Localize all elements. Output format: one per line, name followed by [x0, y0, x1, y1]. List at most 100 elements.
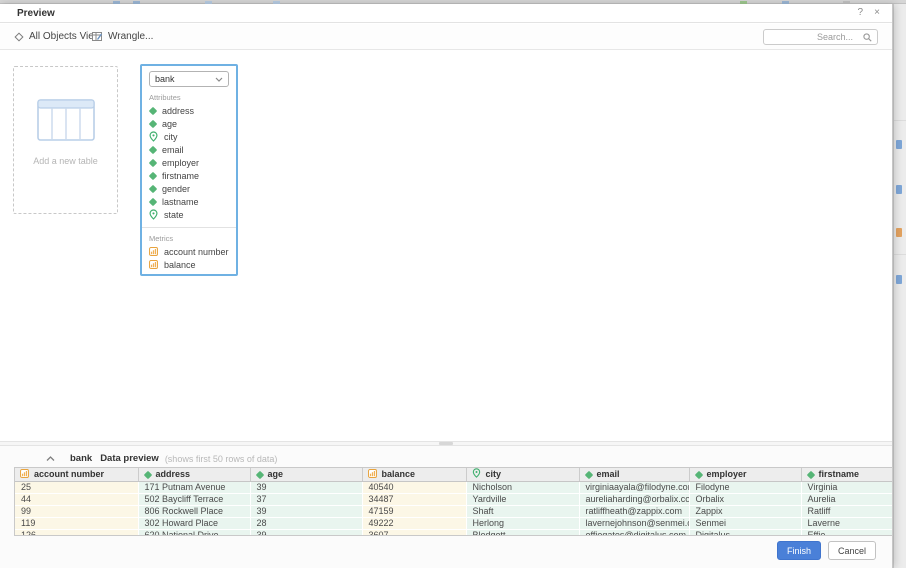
cell: virginiaayala@filodyne.com: [579, 481, 689, 493]
attributes-section-label: Attributes: [149, 93, 229, 102]
all-objects-view-label: All Objects View: [29, 31, 101, 42]
metric-item-balance[interactable]: balance: [149, 258, 229, 271]
collapse-chevron-icon[interactable]: [46, 456, 55, 462]
cell: 502 Baycliff Terrace: [138, 493, 250, 505]
cell: Herlong: [466, 517, 579, 529]
cell: 620 National Drive: [138, 529, 250, 536]
attribute-diamond-icon: [149, 197, 157, 205]
cell: 37: [250, 493, 362, 505]
cell: Filodyne: [689, 481, 801, 493]
add-table-dropzone[interactable]: Add a new table: [13, 66, 118, 214]
cell: Virginia: [801, 481, 893, 493]
table-select[interactable]: bank: [149, 71, 229, 87]
dialog-footer: Finish Cancel: [777, 541, 876, 560]
attribute-item-employer[interactable]: employer: [149, 156, 229, 169]
attribute-diamond-icon: [149, 119, 157, 127]
attribute-diamond-icon: [806, 471, 814, 479]
column-header-label: employer: [707, 469, 747, 479]
all-objects-view-button[interactable]: All Objects View: [14, 31, 101, 42]
attribute-label: address: [162, 106, 194, 116]
column-header-label: firstname: [819, 469, 860, 479]
cell: 34487: [362, 493, 466, 505]
panel-divider: [142, 227, 236, 228]
attribute-label: city: [164, 132, 178, 142]
table-glyph-icon: [37, 99, 95, 141]
wrangle-button[interactable]: Wrangle...: [92, 31, 153, 42]
column-header-city: city: [466, 468, 579, 481]
close-button[interactable]: ×: [874, 7, 880, 18]
cell: Nicholson: [466, 481, 579, 493]
attribute-diamond-icon: [255, 471, 263, 479]
attribute-item-email[interactable]: email: [149, 143, 229, 156]
attribute-item-age[interactable]: age: [149, 117, 229, 130]
attribute-diamond-icon: [694, 471, 702, 479]
cell: 25: [15, 481, 138, 493]
help-button[interactable]: ?: [857, 7, 863, 18]
metric-icon: [149, 247, 158, 256]
table-select-value: bank: [155, 74, 175, 84]
preview-table-name: bank: [70, 453, 92, 464]
cancel-button[interactable]: Cancel: [828, 541, 876, 560]
attribute-item-lastname[interactable]: lastname: [149, 195, 229, 208]
cell: Zappix: [689, 505, 801, 517]
attribute-item-city[interactable]: city: [149, 130, 229, 143]
cell: 806 Rockwell Place: [138, 505, 250, 517]
cell: Senmei: [689, 517, 801, 529]
cell: 39: [250, 481, 362, 493]
diamond-outline-icon: [14, 32, 24, 42]
attribute-label: lastname: [162, 197, 199, 207]
cell: 49222: [362, 517, 466, 529]
attribute-diamond-icon: [149, 184, 157, 192]
finish-button[interactable]: Finish: [777, 541, 821, 560]
attribute-label: gender: [162, 184, 190, 194]
cell: Shaft: [466, 505, 579, 517]
metric-item-account-number[interactable]: account number: [149, 245, 229, 258]
background-icon-sliver: [896, 140, 902, 149]
table-header-row: account number address age balance city …: [15, 468, 893, 481]
metric-label: account number: [164, 247, 229, 257]
column-header-address: address: [138, 468, 250, 481]
screen: Preview ? × All Objects View Wrangle...: [0, 0, 906, 568]
cell: Orbalix: [689, 493, 801, 505]
attribute-diamond-icon: [149, 145, 157, 153]
attribute-diamond-icon: [149, 171, 157, 179]
cell: ratliffheath@zappix.com: [579, 505, 689, 517]
data-preview-table[interactable]: account number address age balance city …: [14, 467, 893, 536]
preview-note: (shows first 50 rows of data): [165, 454, 278, 464]
background-divider: [894, 120, 906, 121]
table-row: 99 806 Rockwell Place 39 47159 Shaft rat…: [15, 505, 893, 517]
cell: 119: [15, 517, 138, 529]
geo-pin-icon: [149, 209, 158, 220]
background-icon-sliver: [896, 228, 902, 237]
column-header-balance: balance: [362, 468, 466, 481]
column-header-label: city: [486, 469, 502, 479]
cell: 126: [15, 529, 138, 536]
table-row: 126 620 National Drive 39 3607 Blodgett …: [15, 529, 893, 536]
data-preview-header: bank Data preview (shows first 50 rows o…: [46, 453, 277, 464]
cell: 39: [250, 505, 362, 517]
cell: Ratliff: [801, 505, 893, 517]
wrangle-label: Wrangle...: [108, 31, 153, 42]
chevron-down-icon: [215, 77, 223, 82]
attribute-label: age: [162, 119, 177, 129]
metric-icon: [20, 469, 29, 478]
column-header-label: email: [597, 469, 620, 479]
column-header-employer: employer: [689, 468, 801, 481]
add-table-label: Add a new table: [14, 156, 117, 166]
attribute-item-firstname[interactable]: firstname: [149, 169, 229, 182]
cell: effiegates@digitalus.com: [579, 529, 689, 536]
background-app-panel-strip: [893, 4, 906, 568]
editor-canvas: Add a new table bank Attributes address …: [0, 50, 892, 441]
cell: 28: [250, 517, 362, 529]
attribute-item-address[interactable]: address: [149, 104, 229, 117]
metrics-section-label: Metrics: [149, 234, 229, 243]
search-input[interactable]: [764, 30, 877, 44]
attribute-label: firstname: [162, 171, 199, 181]
attribute-item-state[interactable]: state: [149, 208, 229, 221]
cell: Aurelia: [801, 493, 893, 505]
cell: lavernejohnson@senmei.com: [579, 517, 689, 529]
attribute-diamond-icon: [584, 471, 592, 479]
cell: Effie: [801, 529, 893, 536]
attribute-item-gender[interactable]: gender: [149, 182, 229, 195]
cell: 44: [15, 493, 138, 505]
